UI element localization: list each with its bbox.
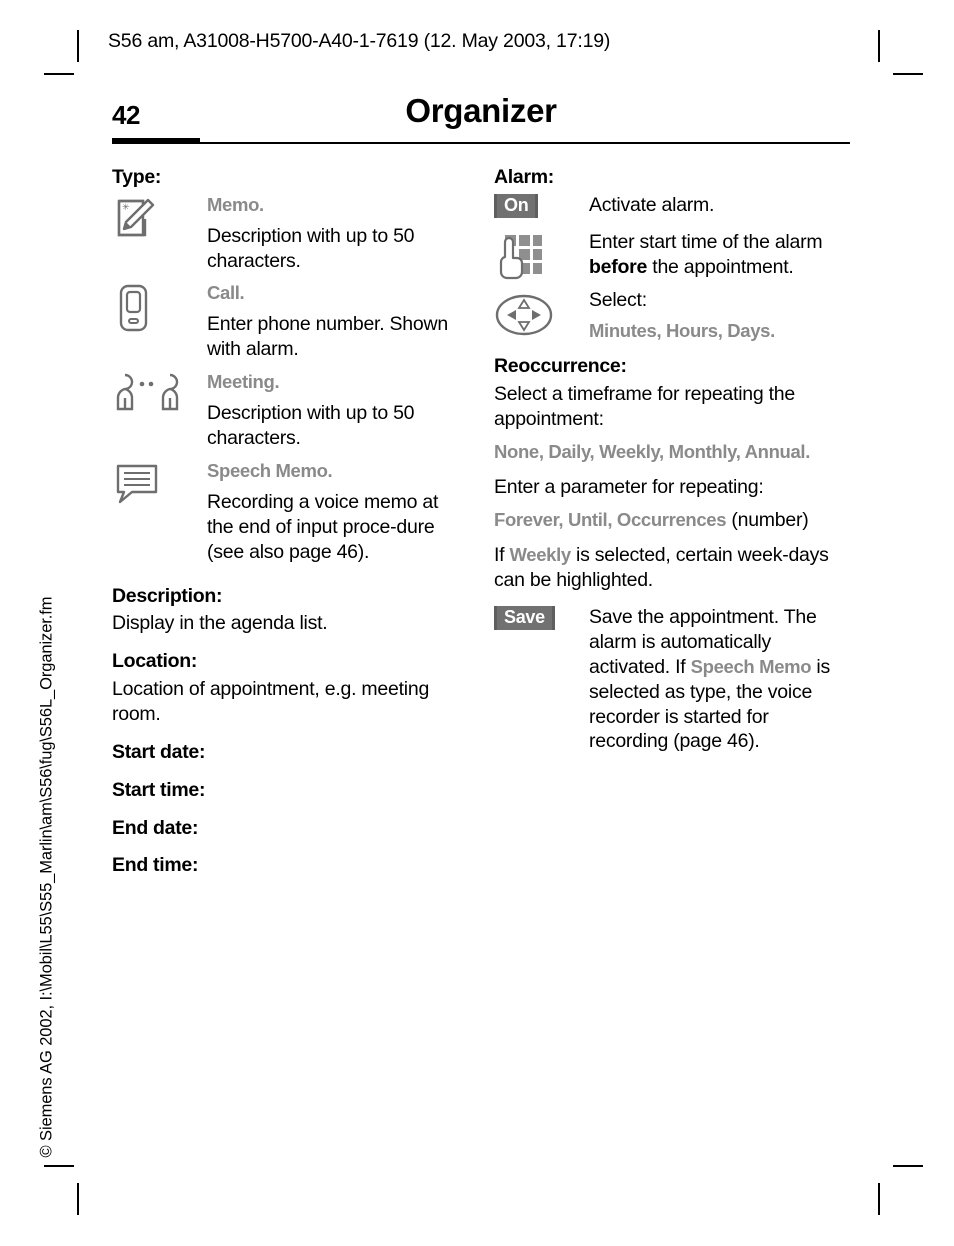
- call-description: Enter phone number. Shown with alarm.: [207, 313, 448, 361]
- description-field-text: Display in the agenda list.: [112, 612, 328, 635]
- parameter-options-line: Forever, Until, Occurrences (number): [494, 508, 850, 533]
- speech-memo-description: Recording a voice memo at the end of inp…: [207, 490, 439, 563]
- page-title: Organizer: [405, 92, 557, 129]
- alarm-on-description-block: Activate alarm.: [589, 193, 850, 224]
- softkey-save-icon: Save: [494, 605, 589, 630]
- speech-memo-description-block: Speech Memo. Recording a voice memo at t…: [207, 459, 468, 571]
- keypad-hand-icon: [494, 230, 589, 284]
- crop-mark-bottom-right-vertical: [878, 1183, 880, 1215]
- page-number: 42: [112, 100, 140, 130]
- left-column: Type: ✳ Memo. Description with up to 50 …: [112, 166, 468, 881]
- keypad-text-bold: before: [589, 255, 648, 278]
- on-softkey-label[interactable]: On: [494, 193, 539, 219]
- alarm-navigation-description-block: Select: Minutes, Hours, Days.: [589, 288, 850, 350]
- speech-memo-term: Speech Memo.: [207, 459, 333, 481]
- alarm-navigation-term: Minutes, Hours, Days.: [589, 319, 775, 341]
- meeting-term: Meeting.: [207, 371, 280, 393]
- crop-mark-bottom-left-vertical: [77, 1183, 79, 1215]
- right-column: Alarm: On Activate alarm. Enter start ti…: [494, 166, 850, 762]
- crop-mark-top-left-horizontal: [44, 73, 74, 75]
- save-speech-memo-term: Speech Memo: [690, 655, 812, 677]
- start-date-field-heading: Start date:: [112, 740, 206, 763]
- weekly-term: Weekly: [509, 543, 572, 565]
- navigation-key-icon: [494, 288, 589, 338]
- save-description-block: Save the appointment. The alarm is autom…: [589, 605, 850, 761]
- location-field-text: Location of appointment, e.g. meeting ro…: [112, 678, 430, 726]
- alarm-keypad-description-block: Enter start time of the alarm before the…: [589, 230, 850, 286]
- weekly-note: If Weekly is selected, certain week-days…: [494, 543, 850, 593]
- alarm-navigation-description: Select:: [589, 288, 647, 311]
- crop-mark-top-right-horizontal: [893, 73, 923, 75]
- alarm-item-keypad: Enter start time of the alarm before the…: [494, 230, 850, 286]
- meeting-description-block: Meeting. Description with up to 50 chara…: [207, 370, 468, 457]
- parameter-options-suffix: (number): [726, 508, 809, 531]
- parameter-intro: Enter a parameter for repeating:: [494, 475, 764, 498]
- type-item-call: Call. Enter phone number. Shown with ala…: [112, 281, 468, 368]
- alarm-heading: Alarm:: [494, 166, 554, 188]
- weekly-note-prefix: If: [494, 543, 510, 566]
- softkey-on-icon: On: [494, 193, 589, 219]
- parameter-options: Forever, Until, Occurrences: [494, 508, 727, 530]
- meeting-two-persons-icon: [112, 370, 207, 416]
- end-time-field-heading: End time:: [112, 854, 199, 877]
- meeting-description: Description with up to 50 characters.: [207, 401, 415, 449]
- description-field-heading: Description:: [112, 584, 223, 607]
- document-header: S56 am, A31008-H5700-A40-1-7619 (12. May…: [108, 30, 611, 52]
- call-description-block: Call. Enter phone number. Shown with ala…: [207, 281, 468, 368]
- type-item-memo: ✳ Memo. Description with up to 50 charac…: [112, 193, 468, 280]
- alarm-navigation-term-line: Minutes, Hours, Days.: [589, 319, 850, 344]
- memo-description: Description with up to 50 characters.: [207, 224, 415, 272]
- alarm-keypad-description: Enter start time of the alarm before the…: [589, 230, 850, 280]
- call-term-line: Call.: [207, 281, 468, 306]
- keypad-text-after: the appointment.: [647, 255, 794, 278]
- type-item-speech-memo: Speech Memo. Recording a voice memo at t…: [112, 459, 468, 571]
- speech-memo-term-line: Speech Memo.: [207, 459, 468, 484]
- speech-bubble-icon: [112, 459, 207, 507]
- keypad-text-before: Enter start time of the alarm: [589, 230, 823, 253]
- save-description: Save the appointment. The alarm is autom…: [589, 605, 850, 755]
- alarm-on-description: Activate alarm.: [589, 193, 715, 216]
- page-number-rule: [112, 138, 200, 144]
- alarm-item-navigation: Select: Minutes, Hours, Days.: [494, 288, 850, 350]
- memo-note-pencil-icon: ✳: [112, 193, 207, 241]
- svg-text:✳: ✳: [122, 202, 130, 212]
- mobile-phone-icon: [112, 281, 207, 335]
- crop-mark-bottom-right-horizontal: [893, 1165, 923, 1167]
- spine-copyright-note: © Siemens AG 2002, I:\Mobil\L55\S55_Marl…: [37, 596, 56, 1158]
- reoccurrence-intro: Select a timeframe for repeating the app…: [494, 383, 795, 431]
- reoccurrence-options: None, Daily, Weekly, Monthly, Annual.: [494, 441, 810, 463]
- end-date-field-heading: End date:: [112, 816, 199, 839]
- memo-term: Memo.: [207, 193, 264, 215]
- call-term: Call.: [207, 282, 245, 304]
- memo-description-block: Memo. Description with up to 50 characte…: [207, 193, 468, 280]
- location-field-heading: Location:: [112, 650, 198, 673]
- crop-mark-top-left-vertical: [77, 30, 79, 62]
- memo-term-line: Memo.: [207, 193, 468, 218]
- start-time-field-heading: Start time:: [112, 778, 206, 801]
- crop-mark-bottom-left-horizontal: [44, 1165, 74, 1167]
- save-item: Save Save the appointment. The alarm is …: [494, 605, 850, 761]
- save-softkey-label[interactable]: Save: [494, 605, 555, 630]
- type-item-meeting: Meeting. Description with up to 50 chara…: [112, 370, 468, 457]
- crop-mark-top-right-vertical: [878, 30, 880, 62]
- type-heading: Type:: [112, 166, 162, 188]
- reoccurrence-options-line: None, Daily, Weekly, Monthly, Annual.: [494, 440, 850, 465]
- header-rule: [112, 142, 850, 144]
- meeting-term-line: Meeting.: [207, 370, 468, 395]
- alarm-item-on: On Activate alarm.: [494, 193, 850, 224]
- reoccurrence-heading: Reoccurrence:: [494, 355, 627, 378]
